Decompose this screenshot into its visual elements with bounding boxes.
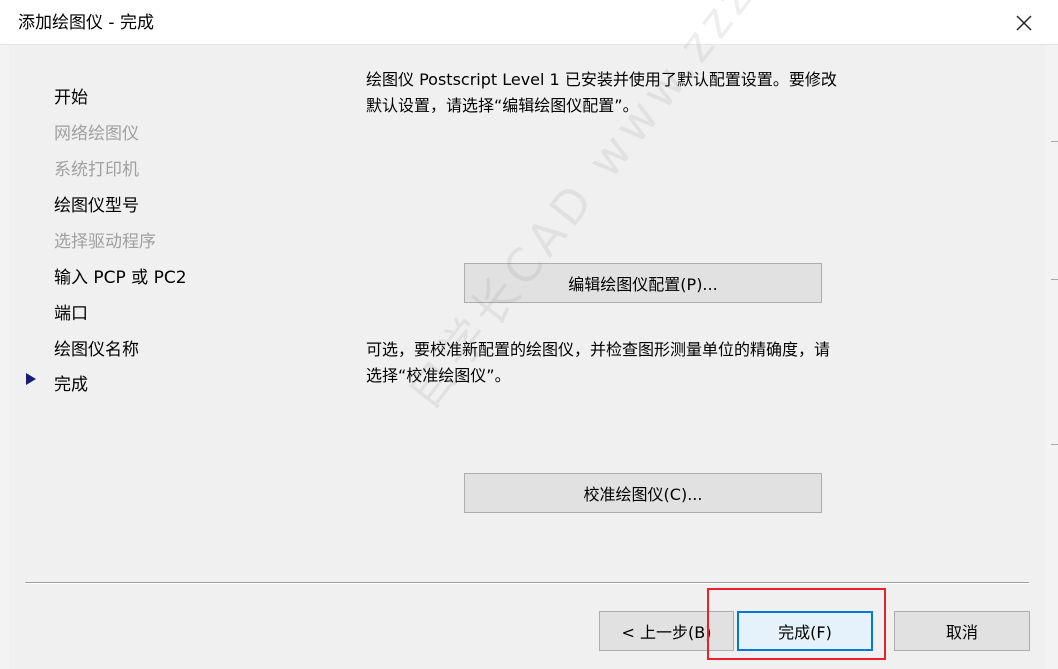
step-import-pcp-pc2: 输入 PCP 或 PC2: [54, 268, 187, 288]
step-port: 端口: [54, 304, 88, 324]
background-divider: [1051, 279, 1058, 280]
install-description-line: 绘图仪 Postscript Level 1 已安装并使用了默认配置设置。要修改: [366, 70, 837, 89]
edit-plotter-config-button[interactable]: 编辑绘图仪配置(P)...: [464, 263, 822, 303]
calibrate-description-line: 可选，要校准新配置的绘图仪，并检查图形测量单位的精确度，请: [366, 340, 831, 359]
back-button[interactable]: < 上一步(B): [599, 611, 734, 651]
background-window-left-edge: [0, 44, 9, 669]
step-plotter-model: 绘图仪型号: [54, 196, 139, 216]
background-window-right-edge: [1045, 44, 1058, 669]
background-divider: [1051, 444, 1058, 445]
install-description-line: 默认设置，请选择“编辑绘图仪配置”。: [366, 96, 639, 115]
add-plotter-dialog: 添加绘图仪 - 完成 开始 网络绘图仪 系统打印机 绘图仪型号 选择驱动程序 输…: [0, 0, 1058, 669]
calibrate-description: 可选，要校准新配置的绘图仪，并检查图形测量单位的精确度，请 选择“校准绘图仪”。: [366, 337, 906, 389]
cancel-button[interactable]: 取消: [894, 611, 1030, 651]
step-finish: 完成: [54, 375, 88, 395]
close-icon: [1016, 15, 1032, 31]
title-bar: 添加绘图仪 - 完成: [0, 0, 1058, 45]
finish-button[interactable]: 完成(F): [737, 611, 873, 651]
calibrate-description-line: 选择“校准绘图仪”。: [366, 366, 511, 385]
current-step-arrow-icon: [26, 373, 36, 385]
step-plotter-name: 绘图仪名称: [54, 340, 139, 360]
background-divider: [1051, 141, 1058, 142]
step-network-plotter: 网络绘图仪: [54, 124, 139, 144]
calibrate-plotter-button[interactable]: 校准绘图仪(C)...: [464, 473, 822, 513]
step-select-driver: 选择驱动程序: [54, 232, 156, 252]
footer-separator: [25, 582, 1029, 584]
close-button[interactable]: [1004, 6, 1044, 40]
step-start: 开始: [54, 88, 88, 108]
dialog-title: 添加绘图仪 - 完成: [18, 13, 154, 33]
install-description: 绘图仪 Postscript Level 1 已安装并使用了默认配置设置。要修改…: [366, 67, 906, 119]
step-system-printer: 系统打印机: [54, 160, 139, 180]
